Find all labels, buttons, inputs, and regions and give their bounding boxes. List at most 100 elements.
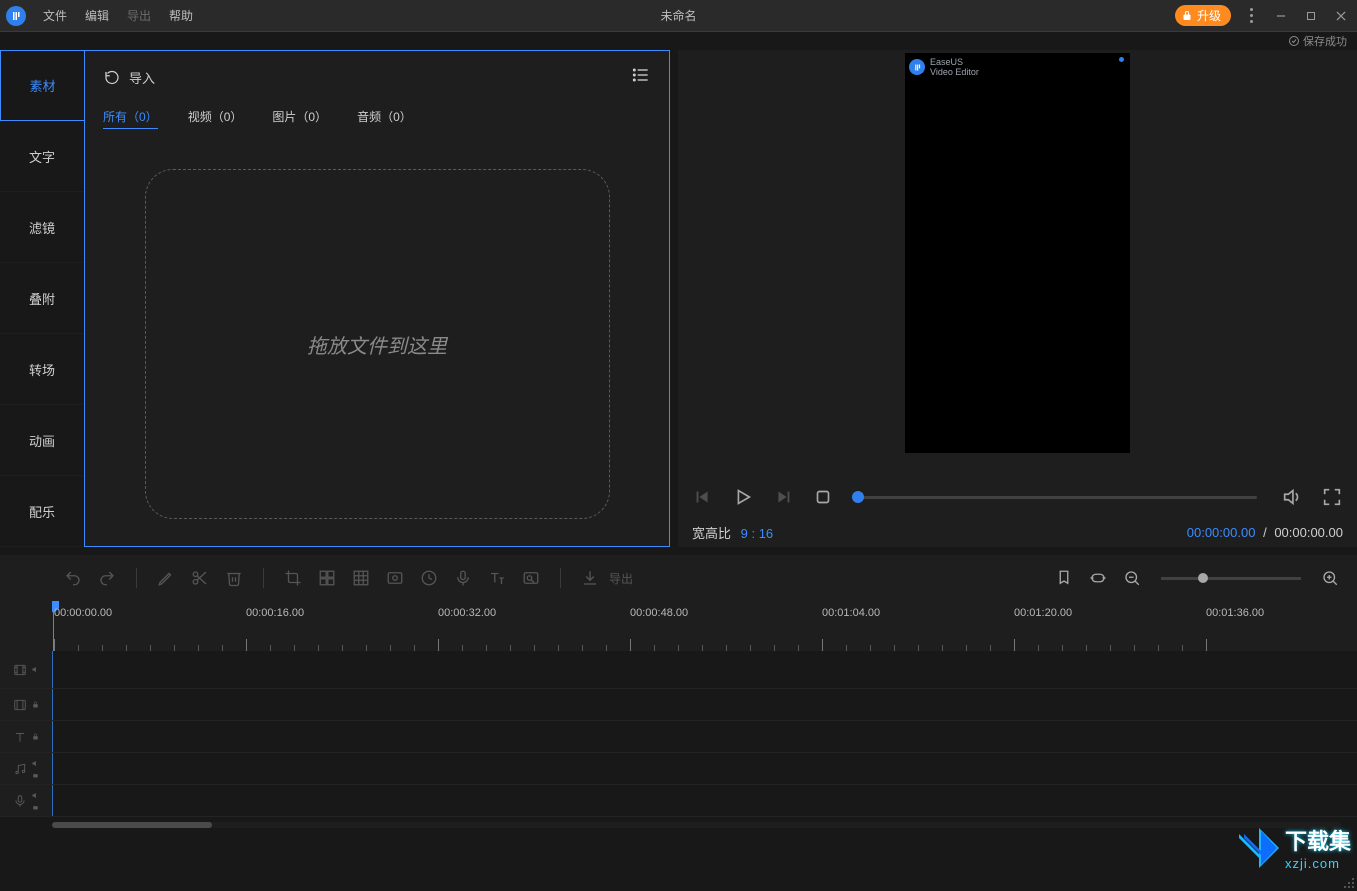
text-to-speech-button[interactable] xyxy=(482,563,512,593)
upgrade-button[interactable]: 升级 xyxy=(1175,5,1231,26)
brand-line1: EaseUS xyxy=(930,57,979,67)
undo-button[interactable] xyxy=(58,563,88,593)
split-button[interactable] xyxy=(185,563,215,593)
preview-seek-bar[interactable] xyxy=(858,496,1257,499)
mosaic-button[interactable] xyxy=(312,563,342,593)
prev-frame-button[interactable] xyxy=(692,486,714,508)
toolbar-divider xyxy=(136,568,137,588)
list-icon xyxy=(631,65,651,85)
upgrade-label: 升级 xyxy=(1197,7,1221,24)
zoom-slider[interactable] xyxy=(1161,577,1301,580)
menu-file[interactable]: 文件 xyxy=(34,3,76,28)
zoom-knob[interactable] xyxy=(1198,573,1208,583)
sidebar-tab-transition[interactable]: 转场 xyxy=(0,334,84,405)
ruler-label: 00:00:48.00 xyxy=(630,607,688,619)
more-menu-button[interactable] xyxy=(1241,6,1261,26)
sidebar-tab-filter[interactable]: 滤镜 xyxy=(0,192,84,263)
import-button[interactable]: 导入 xyxy=(103,68,155,87)
sidebar-tab-overlay[interactable]: 叠附 xyxy=(0,263,84,334)
media-tab-image[interactable]: 图片（0） xyxy=(272,108,327,129)
aspect-label: 宽高比 xyxy=(692,526,731,541)
list-view-toggle[interactable] xyxy=(631,65,651,90)
track-head-text[interactable] xyxy=(0,721,52,752)
speed-button[interactable] xyxy=(414,563,444,593)
delete-button[interactable] xyxy=(219,563,249,593)
ruler-label: 00:00:32.00 xyxy=(438,607,496,619)
media-tabs: 所有（0） 视频（0） 图片（0） 音频（0） xyxy=(103,108,651,129)
media-tab-audio[interactable]: 音频（0） xyxy=(357,108,412,129)
grid-button[interactable] xyxy=(346,563,376,593)
minimize-button[interactable] xyxy=(1271,6,1291,26)
drop-zone[interactable]: 拖放文件到这里 xyxy=(145,169,610,519)
next-frame-button[interactable] xyxy=(772,486,794,508)
time-ruler[interactable]: 00:00:00.0000:00:16.0000:00:32.0000:00:4… xyxy=(52,601,1357,651)
marker-button[interactable] xyxy=(1049,563,1079,593)
resize-grip-icon[interactable] xyxy=(1343,877,1355,889)
redo-button[interactable] xyxy=(92,563,122,593)
brand-logo-icon xyxy=(909,59,925,75)
maximize-button[interactable] xyxy=(1301,6,1321,26)
export-icon-button[interactable] xyxy=(575,563,605,593)
timeline-scrollbar[interactable] xyxy=(52,822,1341,828)
close-button[interactable] xyxy=(1331,6,1351,26)
zoom-in-button[interactable] xyxy=(1315,563,1345,593)
track-pip[interactable] xyxy=(0,689,1357,721)
tracks-area xyxy=(0,651,1357,817)
media-panel: 导入 所有（0） 视频（0） 图片（0） 音频（0） 拖放文件到这里 xyxy=(84,50,670,547)
window-title: 未命名 xyxy=(660,7,696,24)
titlebar: 文件 编辑 导出 帮助 未命名 升级 xyxy=(0,0,1357,32)
track-head-voiceover[interactable] xyxy=(0,785,52,816)
menu-edit[interactable]: 编辑 xyxy=(76,3,118,28)
media-tab-all[interactable]: 所有（0） xyxy=(103,108,158,129)
track-head-video[interactable] xyxy=(0,651,52,688)
volume-button[interactable] xyxy=(1281,486,1303,508)
mic-icon xyxy=(13,794,27,808)
track-text[interactable] xyxy=(0,721,1357,753)
menu-help[interactable]: 帮助 xyxy=(160,3,202,28)
music-icon xyxy=(13,762,27,776)
media-tab-video[interactable]: 视频（0） xyxy=(188,108,243,129)
track-audio[interactable] xyxy=(0,753,1357,785)
track-voiceover[interactable] xyxy=(0,785,1357,817)
export-label[interactable]: 导出 xyxy=(609,570,633,587)
brand-line2: Video Editor xyxy=(930,67,979,77)
lock-mini-icon xyxy=(31,732,40,741)
sidebar-tab-text[interactable]: 文字 xyxy=(0,121,84,192)
toolbar-divider xyxy=(560,568,561,588)
ruler-label: 00:01:20.00 xyxy=(1014,607,1072,619)
track-head-pip[interactable] xyxy=(0,689,52,720)
ruler-label: 00:01:04.00 xyxy=(822,607,880,619)
menu-export[interactable]: 导出 xyxy=(118,3,160,28)
zoom-region-button[interactable] xyxy=(516,563,546,593)
import-label: 导入 xyxy=(129,68,155,87)
zoom-out-button[interactable] xyxy=(1117,563,1147,593)
film-icon xyxy=(13,663,27,677)
voiceover-button[interactable] xyxy=(448,563,478,593)
fit-button[interactable] xyxy=(1083,563,1113,593)
edit-button[interactable] xyxy=(151,563,181,593)
scrollbar-thumb[interactable] xyxy=(52,822,212,828)
preview-info: 宽高比 9 : 16 00:00:00.00 / 00:00:00.00 xyxy=(678,517,1357,547)
stop-button[interactable] xyxy=(812,486,834,508)
save-status-text: 保存成功 xyxy=(1303,33,1347,49)
sidebar: 素材 文字 滤镜 叠附 转场 动画 配乐 xyxy=(0,50,84,547)
timeline-scrollbar-row xyxy=(0,817,1357,833)
duration-time: 00:00:00.00 xyxy=(1274,525,1343,540)
sidebar-tab-material[interactable]: 素材 xyxy=(0,50,84,121)
preview-controls xyxy=(678,477,1357,517)
sidebar-tab-music[interactable]: 配乐 xyxy=(0,476,84,547)
watermark-arrow-icon xyxy=(1239,828,1279,868)
lock-mini-icon xyxy=(31,700,40,709)
sidebar-tab-motion[interactable]: 动画 xyxy=(0,405,84,476)
volume-mini-icon xyxy=(31,665,40,674)
seek-knob[interactable] xyxy=(852,491,864,503)
play-button[interactable] xyxy=(732,486,754,508)
track-video[interactable] xyxy=(0,651,1357,689)
track-head-audio[interactable] xyxy=(0,753,52,784)
preview-stage: EaseUS Video Editor xyxy=(678,50,1357,477)
crop-button[interactable] xyxy=(278,563,308,593)
text-icon xyxy=(13,730,27,744)
freeze-frame-button[interactable] xyxy=(380,563,410,593)
film-icon xyxy=(13,698,27,712)
fullscreen-button[interactable] xyxy=(1321,486,1343,508)
